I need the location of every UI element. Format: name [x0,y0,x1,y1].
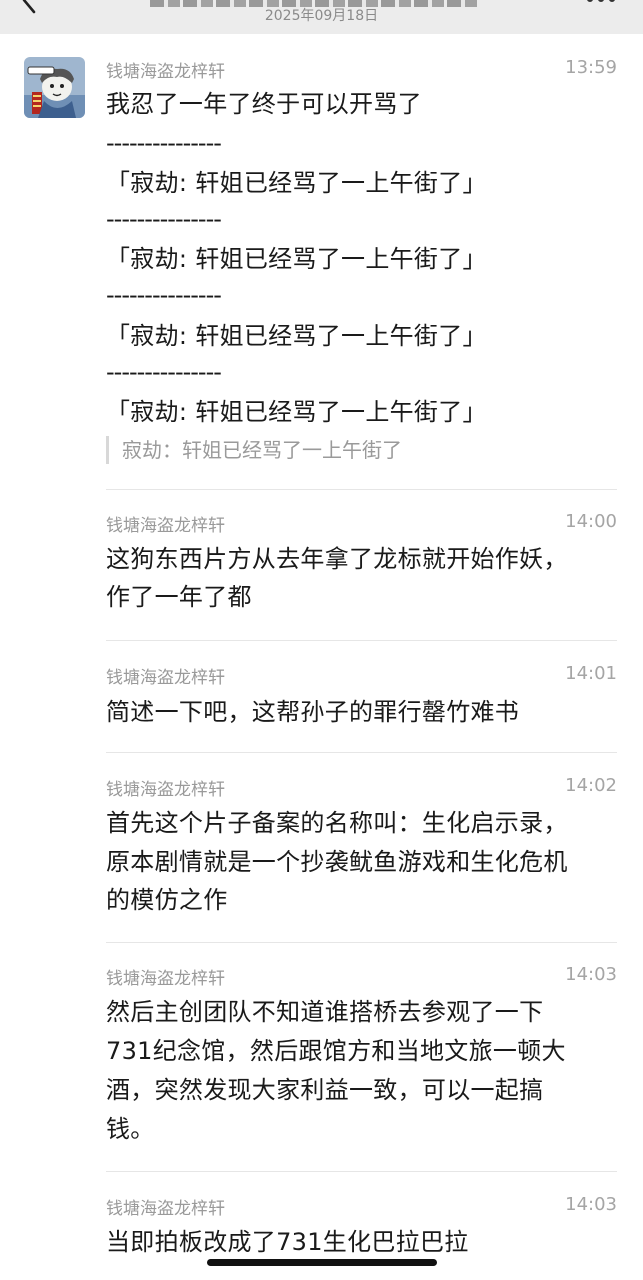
more-dots-icon [587,0,593,2]
message-divider [106,1171,617,1172]
message-divider [106,489,617,490]
message-line: 首先这个片子备案的名称叫：生化启示录， [106,809,568,837]
sender-name: 钱塘海盗龙梓轩 [106,516,225,536]
message-time: 14:02 [565,775,617,796]
sender-name: 钱塘海盗龙梓轩 [106,668,225,688]
message-line: 这狗东西片方从去年拿了龙标就开始作妖， [106,545,568,573]
message-divider [106,752,617,753]
message-line: 当即拍板改成了731生化巴拉巴拉 [106,1228,469,1256]
sender-name: 钱塘海盗龙梓轩 [106,1199,225,1219]
sender-name: 钱塘海盗龙梓轩 [106,780,225,800]
message-time: 14:03 [565,964,617,985]
cartoon-avatar-icon [24,57,85,118]
message-line: --------------- [106,205,222,233]
message-line: 作了一年了都 [106,583,252,611]
message-line: --------------- [106,129,222,157]
home-indicator[interactable] [207,1259,437,1266]
message-line: 简述一下吧，这帮孙子的罪行罄竹难书 [106,698,520,726]
message-time: 13:59 [565,57,617,78]
sender-name: 钱塘海盗龙梓轩 [106,969,225,989]
avatar[interactable] [24,57,85,118]
message-line: 「寂劫: 轩姐已经骂了一上午街了」 [106,398,487,426]
message-line: --------------- [106,281,222,309]
message-line: 「寂劫: 轩姐已经骂了一上午街了」 [106,322,487,350]
message-line: --------------- [106,358,222,386]
message-line: 酒，突然发现大家利益一致，可以一起搞 [106,1076,544,1104]
message-line: 然后主创团队不知道谁搭桥去参观了一下 [106,998,544,1026]
message-line: 原本剧情就是一个抄袭鱿鱼游戏和生化危机 [106,848,568,876]
message-divider [106,942,617,943]
chat-date: 2025年09月18日 [264,8,379,24]
chat-header: 2025年09月18日 [0,0,643,34]
message-divider [106,640,617,641]
message-time: 14:01 [565,663,617,684]
message-time: 14:03 [565,1194,617,1215]
message-line: 「寂劫: 轩姐已经骂了一上午街了」 [106,169,487,197]
message-line: 的模仿之作 [106,886,228,914]
message-line: 「寂劫: 轩姐已经骂了一上午街了」 [106,245,487,273]
message-time: 14:00 [565,511,617,532]
message-line: 钱。 [106,1115,155,1143]
sender-name: 钱塘海盗龙梓轩 [106,62,225,82]
quoted-reply[interactable]: 寂劫：轩姐已经骂了一上午街了 [106,436,402,464]
message-line: 我忍了一年了终于可以开骂了 [106,90,422,118]
message-line: 731纪念馆，然后跟馆方和当地文旅一顿大 [106,1037,566,1065]
